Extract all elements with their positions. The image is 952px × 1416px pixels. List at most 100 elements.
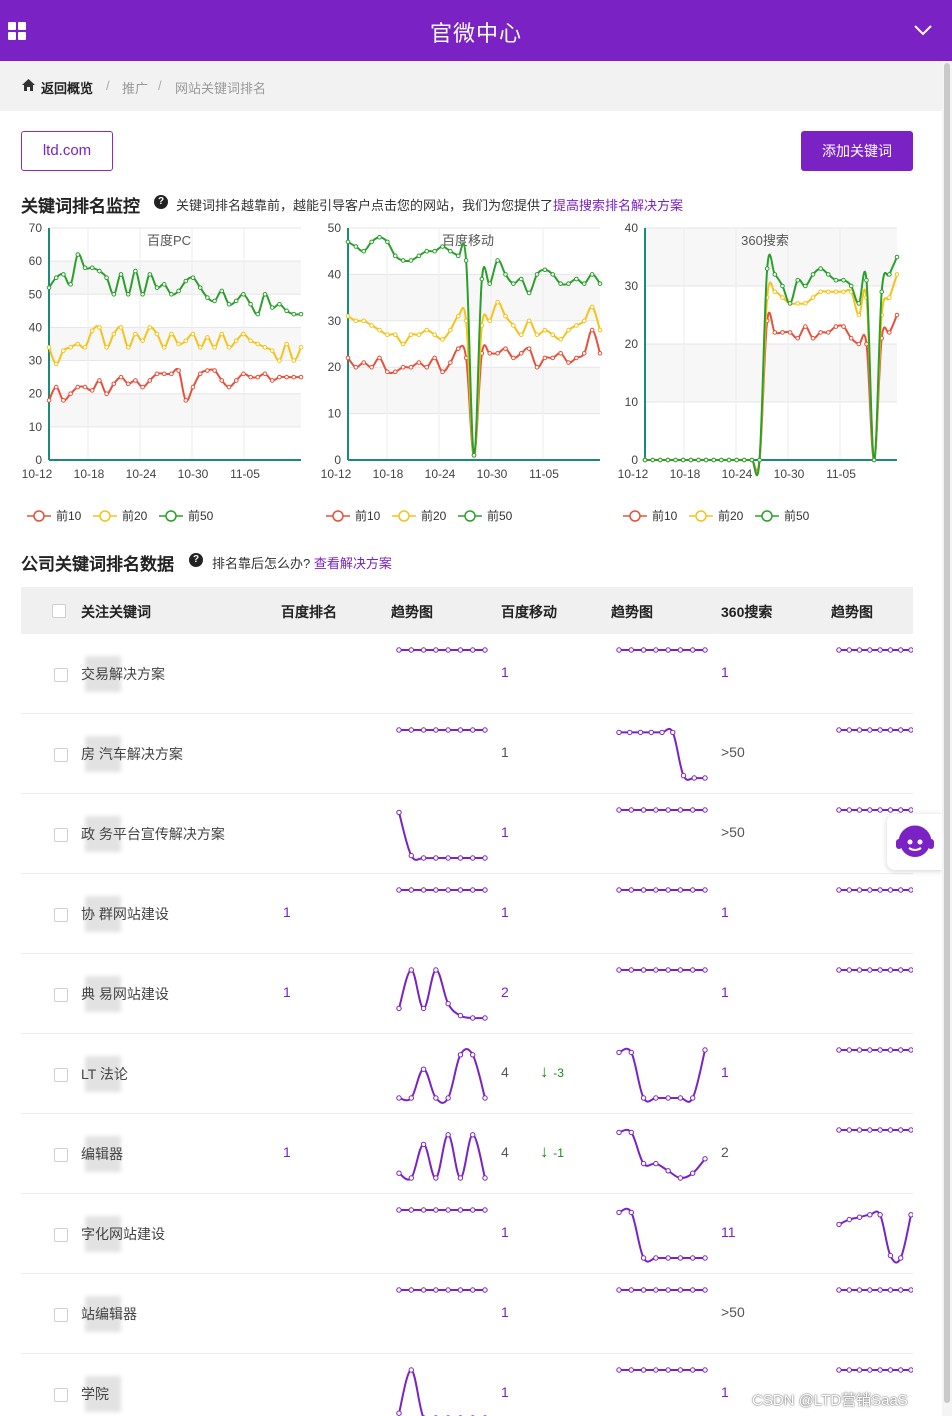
trend-point bbox=[433, 855, 439, 861]
data-point bbox=[68, 345, 73, 350]
trend-point bbox=[408, 647, 414, 653]
data-point bbox=[542, 267, 548, 273]
data-point bbox=[345, 355, 351, 361]
help-icon[interactable]: ? bbox=[154, 195, 168, 209]
trend-point bbox=[680, 772, 687, 779]
trend-point bbox=[408, 727, 414, 733]
y-tick-label: 0 bbox=[35, 453, 42, 467]
data-point bbox=[176, 368, 181, 373]
data-point bbox=[841, 277, 846, 283]
data-point bbox=[841, 324, 846, 329]
trend-line bbox=[618, 1207, 705, 1263]
trend-point bbox=[690, 647, 696, 653]
data-point bbox=[147, 378, 153, 383]
trend-point bbox=[457, 1207, 464, 1213]
data-point bbox=[104, 391, 109, 397]
trend-point bbox=[690, 1095, 696, 1101]
breadcrumb-promotion[interactable]: 推广 bbox=[122, 78, 148, 97]
legend-marker bbox=[761, 510, 773, 522]
data-point bbox=[154, 285, 160, 290]
header-trend-mobile: 趋势图 bbox=[611, 604, 653, 620]
trend-point bbox=[867, 1287, 873, 1293]
header-baidu-rank[interactable]: 百度排名 bbox=[281, 602, 337, 622]
trend-point bbox=[877, 1367, 883, 1373]
search-solution-link[interactable]: 提高搜索排名解决方案 bbox=[553, 198, 683, 213]
trend-point bbox=[433, 1175, 439, 1181]
trend-point bbox=[846, 1047, 852, 1053]
legend-label: 前50 bbox=[487, 508, 513, 523]
x-tick-label: 10-30 bbox=[774, 467, 805, 481]
chevron-down-icon[interactable] bbox=[914, 24, 932, 36]
data-point bbox=[291, 374, 297, 380]
trend-point bbox=[433, 1287, 439, 1293]
add-keyword-button[interactable]: 添加关键词 bbox=[801, 131, 913, 171]
x-tick-label: 11-05 bbox=[529, 467, 559, 481]
trend-point bbox=[420, 647, 427, 653]
data-point bbox=[803, 301, 808, 306]
data-point bbox=[82, 384, 88, 390]
trend-point bbox=[640, 1255, 647, 1261]
data-point bbox=[581, 281, 587, 286]
trend-point bbox=[396, 647, 402, 653]
data-point bbox=[703, 457, 709, 463]
data-point bbox=[97, 325, 102, 330]
page-scrollbar[interactable] bbox=[942, 61, 952, 1416]
data-point bbox=[518, 350, 524, 356]
trend-sparklines bbox=[396, 1127, 913, 1181]
data-point bbox=[241, 371, 246, 377]
breadcrumb-back-overview[interactable]: 返回概览 bbox=[41, 78, 93, 97]
legend-marker bbox=[99, 510, 111, 522]
data-point bbox=[46, 285, 52, 290]
scrollbar-thumb[interactable] bbox=[944, 63, 950, 1403]
trend-point bbox=[408, 1287, 414, 1293]
domain-selector-button[interactable]: ltd.com bbox=[21, 131, 113, 171]
data-point bbox=[161, 282, 167, 287]
trend-point bbox=[887, 1367, 894, 1373]
table-section-title: 公司关键词排名数据 bbox=[21, 555, 174, 574]
trend-point bbox=[396, 809, 402, 816]
trend-point bbox=[420, 1287, 427, 1293]
data-point bbox=[89, 265, 95, 271]
trend-point bbox=[856, 1047, 863, 1053]
trend-point bbox=[457, 647, 464, 653]
x-tick-label: 11-05 bbox=[230, 467, 260, 481]
trend-point bbox=[665, 1095, 671, 1101]
data-point bbox=[764, 266, 770, 271]
data-point bbox=[212, 345, 217, 350]
data-point bbox=[226, 384, 232, 390]
header-baidu-mobile[interactable]: 百度移动 bbox=[501, 602, 557, 622]
trend-line bbox=[398, 1133, 486, 1181]
y-tick-label: 20 bbox=[625, 337, 639, 351]
trend-point bbox=[482, 727, 488, 733]
view-solution-link[interactable]: 查看解决方案 bbox=[314, 556, 392, 571]
help-icon[interactable]: ? bbox=[189, 553, 203, 567]
select-all-checkbox[interactable] bbox=[52, 604, 66, 618]
trend-point bbox=[408, 1175, 414, 1181]
trend-point bbox=[433, 1095, 439, 1101]
data-point bbox=[558, 350, 563, 356]
data-point bbox=[75, 384, 81, 390]
trend-point bbox=[856, 887, 863, 893]
trend-point bbox=[653, 1160, 659, 1167]
data-point bbox=[894, 254, 900, 260]
trend-point bbox=[836, 887, 842, 893]
trend-point bbox=[665, 967, 671, 973]
data-point bbox=[833, 324, 839, 329]
data-point bbox=[795, 335, 801, 341]
data-point bbox=[89, 328, 95, 334]
trend-sparklines bbox=[396, 887, 913, 893]
data-point bbox=[147, 325, 153, 330]
data-point bbox=[471, 453, 477, 458]
trend-point bbox=[856, 1214, 863, 1220]
data-point bbox=[432, 332, 437, 338]
customer-service-button[interactable] bbox=[887, 814, 943, 870]
data-point bbox=[111, 331, 117, 337]
data-point bbox=[795, 301, 801, 306]
data-point bbox=[864, 341, 869, 347]
data-point bbox=[597, 281, 603, 286]
header-360-search[interactable]: 360搜索 bbox=[721, 602, 772, 622]
data-point bbox=[298, 311, 304, 317]
data-point bbox=[495, 350, 500, 356]
data-point bbox=[75, 252, 81, 257]
data-point bbox=[558, 281, 563, 286]
